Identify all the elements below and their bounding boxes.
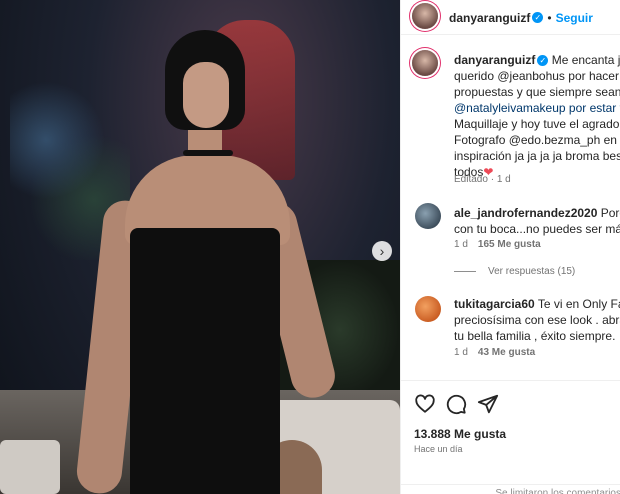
comment-line-2: con tu boca...no puedes ser más n (454, 222, 620, 236)
caption-line-4[interactable]: @natalyleivamakeup por estar tod (454, 100, 620, 116)
caption-line-6: Fotografo @edo.bezma_ph en la ú (454, 133, 620, 147)
comment-line-3: tu bella familia , éxito siempre. (454, 329, 616, 343)
comment-body: Te vi en Only Fama (537, 297, 620, 311)
comment-username[interactable]: ale_jandrofernandez2020 (454, 206, 597, 220)
comment-avatar[interactable] (415, 296, 441, 322)
post-time: Hace un día (414, 444, 463, 454)
black-dress (130, 228, 280, 494)
comment-line-1: ale_jandrofernandez2020 Porque (454, 205, 620, 221)
comment-likes[interactable]: 43 Me gusta (478, 347, 535, 358)
post-header: danyaranguizf ✓ • Seguir (401, 0, 620, 35)
verified-icon: ✓ (537, 55, 549, 67)
comment-bubble-icon[interactable] (445, 393, 467, 415)
caption-text: Me encanta jugar (551, 53, 620, 67)
comment-line-2: preciosísima con ese look . abracit (454, 313, 620, 327)
chevron-right-icon[interactable]: › (372, 241, 392, 261)
caption-line-1: danyaranguizf✓ Me encanta jugar (454, 52, 620, 68)
comment-meta: 1 d 43 Me gusta (454, 347, 535, 358)
author-username[interactable]: danyaranguizf (449, 11, 530, 25)
comment-text: ale_jandrofernandez2020 Porque con tu bo… (454, 205, 620, 237)
woman-face (183, 62, 229, 128)
heart-outline-icon[interactable] (414, 393, 436, 415)
caption-line-5: Maquillaje y hoy tuve el agrado de (454, 117, 620, 131)
comment-avatar[interactable] (415, 203, 441, 229)
likes-count[interactable]: 13.888 Me gusta (414, 427, 506, 441)
comment-likes[interactable]: 165 Me gusta (478, 239, 541, 250)
post-sidebar: danyaranguizf ✓ • Seguir danyaranguizf ✓ Me … (400, 0, 620, 494)
replies-line (454, 270, 476, 272)
comment-meta: 1 d 165 Me gusta (454, 239, 541, 250)
caption-author-avatar[interactable] (412, 50, 438, 76)
caption-meta: Editado · 1 d (454, 174, 511, 185)
paper-plane-icon[interactable] (477, 393, 499, 415)
comment-body: Porque (600, 206, 620, 220)
author-line: danyaranguizf ✓ • Seguir (449, 9, 593, 27)
follow-button[interactable]: Seguir (556, 11, 593, 25)
view-replies-label: Ver respuestas (15) (488, 266, 576, 277)
verified-icon: ✓ (532, 12, 544, 24)
comment-age: 1 d (454, 347, 468, 358)
comment-age: 1 d (454, 239, 468, 250)
author-avatar[interactable] (412, 3, 438, 29)
caption-line-3: propuestas y que siempre sean dif (454, 85, 620, 99)
post-actions: 13.888 Me gusta Hace un día Se limitaron… (401, 380, 620, 494)
comments-limited-notice: Se limitaron los comentarios (401, 484, 620, 494)
separator-dot: • (547, 11, 552, 25)
post-photo[interactable]: › (0, 0, 400, 494)
comment-line-1: tukitagarcia60 Te vi en Only Fama (454, 296, 620, 312)
choker (183, 150, 233, 156)
comment-username[interactable]: tukitagarcia60 (454, 297, 535, 311)
pillow (0, 440, 60, 494)
caption-username[interactable]: danyaranguizf (454, 53, 535, 67)
edited-label: Editado (454, 174, 488, 185)
view-replies-button[interactable]: Ver respuestas (15) (454, 266, 575, 277)
post-caption: danyaranguizf✓ Me encanta jugar querido … (454, 52, 620, 180)
comment-text: tukitagarcia60 Te vi en Only Fama precio… (454, 296, 620, 344)
caption-line-7: inspiración ja ja ja ja broma bes (454, 149, 620, 163)
caption-age: 1 d (496, 174, 511, 185)
caption-line-2: querido @jeanbohus por hacer ma (454, 69, 620, 83)
